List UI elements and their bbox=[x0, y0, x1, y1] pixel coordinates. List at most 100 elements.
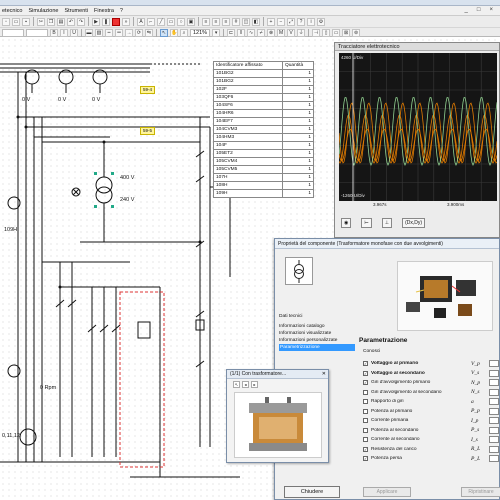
settings-icon[interactable]: ⚙ bbox=[317, 17, 325, 26]
symbol-ground-icon[interactable]: ⏚ bbox=[297, 29, 306, 37]
open-folder-icon[interactable]: ▭ bbox=[12, 17, 20, 26]
param-value-field[interactable] bbox=[489, 398, 499, 406]
grid-icon[interactable]: # bbox=[232, 17, 240, 26]
nav-item-personalizzate[interactable]: Informazioni personalizzate bbox=[279, 337, 355, 344]
pointer-icon[interactable]: ↖ bbox=[160, 29, 168, 37]
zoom-out-icon[interactable]: − bbox=[277, 17, 285, 26]
param-checkbox[interactable] bbox=[363, 399, 368, 405]
nav-item-parametrizzazione[interactable]: Parametrizzazione bbox=[279, 344, 355, 351]
component-tag-2[interactable]: 59-5 bbox=[140, 127, 156, 135]
param-value-field[interactable] bbox=[489, 445, 499, 453]
cut-icon[interactable]: ✂ bbox=[37, 17, 45, 26]
pause-icon[interactable]: ❚ bbox=[102, 17, 110, 26]
param-value-field[interactable] bbox=[489, 369, 499, 377]
close-button[interactable]: Chiudere bbox=[284, 486, 340, 498]
minimize-icon[interactable]: _ bbox=[465, 7, 468, 13]
param-checkbox[interactable]: ✓ bbox=[363, 370, 368, 376]
param-checkbox[interactable]: ✓ bbox=[363, 446, 368, 452]
undo-icon[interactable]: ↶ bbox=[67, 17, 75, 26]
text-icon[interactable]: A bbox=[137, 17, 145, 26]
stop-icon[interactable] bbox=[112, 17, 120, 26]
align-right-icon[interactable]: ≡ bbox=[222, 17, 230, 26]
play-icon[interactable]: ▶ bbox=[92, 17, 100, 26]
line-style-icon[interactable]: ┅ bbox=[105, 29, 113, 37]
param-value-field[interactable] bbox=[489, 407, 499, 415]
fit-icon[interactable]: ⤢ bbox=[287, 17, 295, 26]
bold-icon[interactable]: B bbox=[50, 29, 58, 37]
line-width-icon[interactable]: ═ bbox=[115, 29, 123, 37]
param-value-field[interactable] bbox=[489, 426, 499, 434]
param-value-field[interactable] bbox=[489, 436, 499, 444]
param-checkbox[interactable] bbox=[363, 408, 368, 414]
param-checkbox[interactable]: ✓ bbox=[363, 456, 368, 462]
copy-icon[interactable]: ❐ bbox=[47, 17, 55, 26]
menu-file[interactable]: etecnico bbox=[2, 8, 23, 14]
symbol-fuse-icon[interactable]: ▭ bbox=[332, 29, 341, 37]
italic-icon[interactable]: I bbox=[60, 29, 68, 37]
param-checkbox[interactable] bbox=[363, 437, 368, 443]
symbol-capacitor-icon[interactable]: ‖ bbox=[237, 29, 246, 37]
font-family-select[interactable] bbox=[2, 29, 24, 37]
restore-icon[interactable]: □ bbox=[477, 7, 481, 13]
cursor-x-icon[interactable]: ⊢ bbox=[361, 218, 372, 228]
menu-simulazione[interactable]: Simulazione bbox=[29, 8, 59, 14]
param-checkbox[interactable] bbox=[363, 418, 368, 424]
help-icon[interactable]: ? bbox=[297, 17, 305, 26]
symbol-resistor-icon[interactable]: ⊏ bbox=[227, 29, 236, 37]
magnify-icon[interactable]: ⌕ bbox=[180, 29, 188, 37]
param-checkbox[interactable]: ✓ bbox=[363, 380, 368, 386]
symbol-transformer-icon[interactable]: ⊚ bbox=[352, 29, 361, 37]
component-tag-1[interactable]: 59-4 bbox=[140, 86, 156, 94]
arrow-style-icon[interactable]: → bbox=[125, 29, 133, 37]
capture-icon[interactable]: ◉ bbox=[341, 218, 352, 228]
close-icon[interactable]: ✕ bbox=[322, 371, 326, 377]
symbol-coil-icon[interactable]: ▯ bbox=[322, 29, 331, 37]
image-icon[interactable]: ▣ bbox=[187, 17, 195, 26]
close-icon[interactable]: × bbox=[489, 7, 493, 13]
symbol-inductor-icon[interactable]: ∿ bbox=[247, 29, 256, 37]
nav-item-dati-tecnici[interactable]: Dati tecnici bbox=[279, 313, 355, 320]
restore-button[interactable]: Ripristinare bbox=[461, 487, 500, 497]
underline-icon[interactable]: U bbox=[70, 29, 78, 37]
symbol-relay-icon[interactable]: ⊠ bbox=[342, 29, 351, 37]
font-size-select[interactable] bbox=[26, 29, 48, 37]
symbol-lamp-icon[interactable]: ⊗ bbox=[267, 29, 276, 37]
properties-icon[interactable]: ◧ bbox=[252, 17, 260, 26]
wire-icon[interactable]: ⌐ bbox=[147, 17, 155, 26]
nav-item-visualizzate[interactable]: Informazioni visualizzate bbox=[279, 330, 355, 337]
nav-item-catalogo[interactable]: Informazioni catalogo bbox=[279, 323, 355, 330]
step-icon[interactable]: » bbox=[122, 17, 130, 26]
param-checkbox[interactable] bbox=[363, 389, 368, 395]
layers-icon[interactable]: ◫ bbox=[242, 17, 250, 26]
param-value-field[interactable] bbox=[489, 360, 499, 368]
delta-cursor-button[interactable]: (Dx,Dy) bbox=[402, 218, 426, 228]
param-value-field[interactable] bbox=[489, 379, 499, 387]
redo-icon[interactable]: ↷ bbox=[77, 17, 85, 26]
oscilloscope-screen[interactable]: 4260 U/Div -1260 U/Div bbox=[338, 53, 498, 201]
line-color-icon[interactable]: ▬ bbox=[85, 29, 93, 37]
flip-icon[interactable]: ⇋ bbox=[145, 29, 153, 37]
rotate-icon[interactable]: ⟳ bbox=[135, 29, 143, 37]
menu-strumenti[interactable]: Strumenti bbox=[64, 8, 88, 14]
save-icon[interactable]: ▪ bbox=[22, 17, 30, 26]
param-value-field[interactable] bbox=[489, 455, 499, 463]
paste-icon[interactable]: ▤ bbox=[57, 17, 65, 26]
previous-icon[interactable]: ◂ bbox=[242, 381, 249, 388]
param-value-field[interactable] bbox=[489, 388, 499, 396]
rectangle-icon[interactable]: ▭ bbox=[167, 17, 175, 26]
new-file-icon[interactable]: ▫ bbox=[2, 17, 10, 26]
menu-finestra[interactable]: Finestra bbox=[94, 8, 114, 14]
fill-color-icon[interactable]: ▧ bbox=[95, 29, 103, 37]
symbol-motor-icon[interactable]: M bbox=[277, 29, 286, 37]
ellipse-icon[interactable]: ○ bbox=[177, 17, 185, 26]
info-icon[interactable]: i bbox=[307, 17, 315, 26]
param-value-field[interactable] bbox=[489, 417, 499, 425]
symbol-meter-icon[interactable]: V bbox=[287, 29, 296, 37]
symbol-contact-icon[interactable]: ⊣ bbox=[312, 29, 321, 37]
cursor-y-icon[interactable]: ⊥ bbox=[381, 218, 393, 228]
apply-button[interactable]: Applicare bbox=[363, 487, 411, 497]
hand-icon[interactable]: ✋ bbox=[170, 29, 178, 37]
menu-help[interactable]: ? bbox=[120, 8, 123, 14]
param-checkbox[interactable] bbox=[363, 427, 368, 433]
zoom-dropdown-icon[interactable]: ▾ bbox=[212, 29, 221, 37]
